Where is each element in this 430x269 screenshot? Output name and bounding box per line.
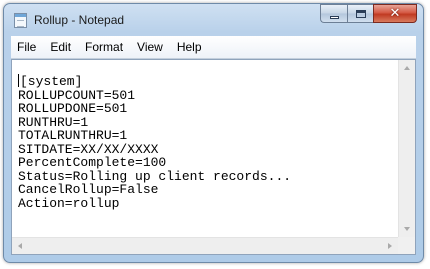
menu-file[interactable]: File [11, 36, 43, 58]
text-line: Action=rollup [18, 195, 120, 211]
maximize-icon [355, 9, 366, 18]
scroll-right-arrow-icon[interactable] [388, 243, 392, 249]
window-title: Rollup - Notepad [34, 13, 125, 27]
editor-area: [system] ROLLUPCOUNT=501 ROLLUPDONE=501 … [11, 59, 416, 255]
menu-edit[interactable]: Edit [43, 36, 78, 58]
text-caret [18, 74, 19, 87]
caption-buttons: ✕ [320, 4, 417, 24]
scroll-down-arrow-icon[interactable] [404, 227, 410, 231]
scroll-left-arrow-icon[interactable] [18, 243, 22, 249]
text-editor[interactable]: [system] ROLLUPCOUNT=501 ROLLUPDONE=501 … [12, 60, 398, 237]
menu-bar: File Edit Format View Help [11, 36, 416, 59]
maximize-button[interactable] [347, 4, 373, 23]
horizontal-scrollbar[interactable] [12, 237, 398, 254]
minimize-icon [329, 15, 339, 19]
scrollbar-corner [398, 237, 415, 254]
minimize-button[interactable] [320, 4, 347, 23]
vertical-scrollbar[interactable] [398, 60, 415, 237]
menu-format[interactable]: Format [78, 36, 130, 58]
close-icon: ✕ [389, 6, 401, 21]
scroll-up-arrow-icon[interactable] [404, 66, 410, 70]
notepad-icon[interactable] [14, 13, 27, 28]
title-bar[interactable]: Rollup - Notepad ✕ [4, 4, 423, 36]
close-button[interactable]: ✕ [373, 4, 417, 23]
menu-help[interactable]: Help [170, 36, 209, 58]
notepad-window: Rollup - Notepad ✕ File Edit Format View… [3, 3, 424, 263]
menu-view[interactable]: View [130, 36, 170, 58]
